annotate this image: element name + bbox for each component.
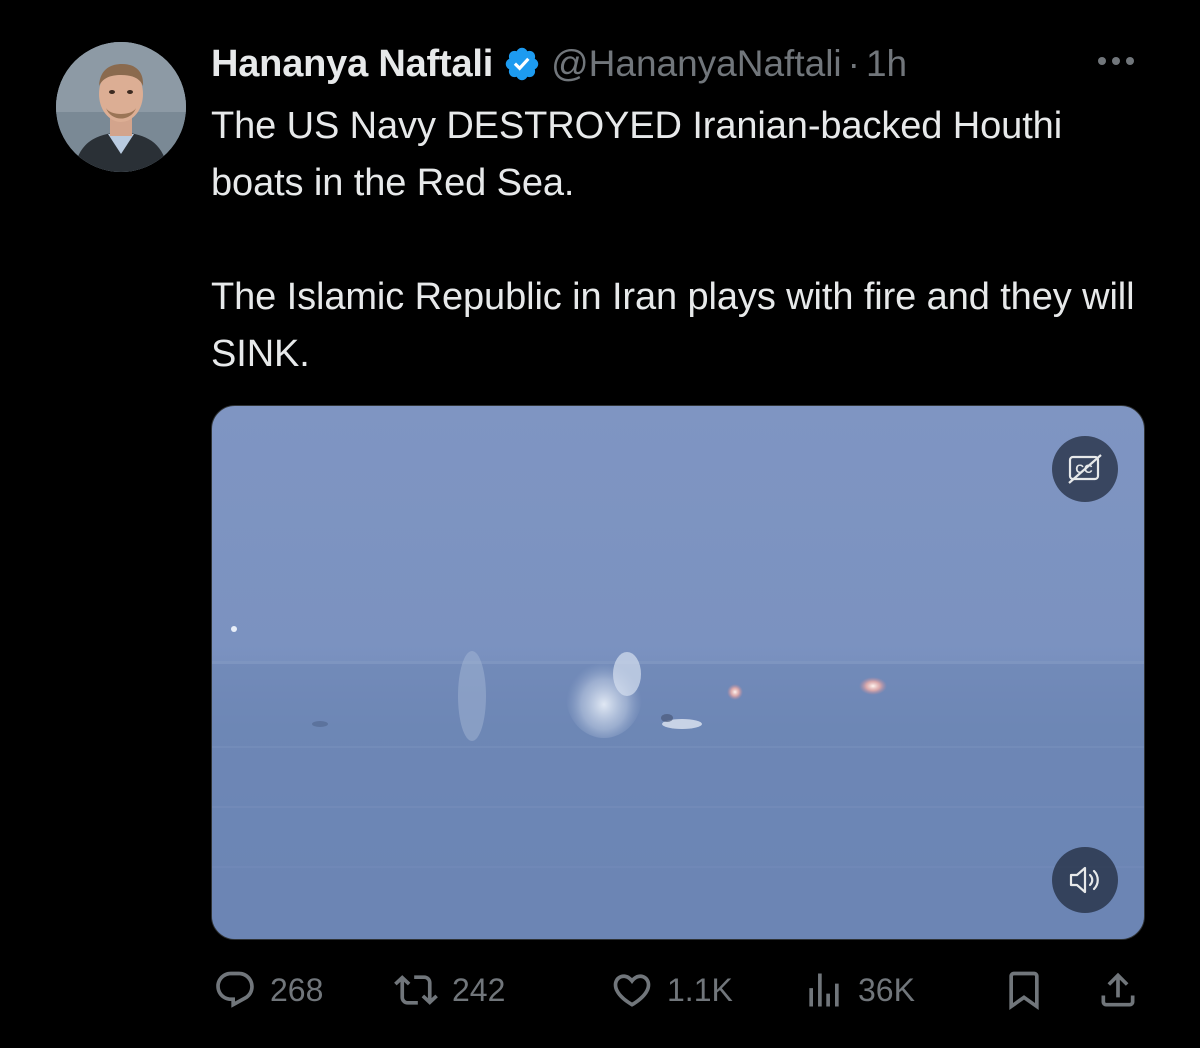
views-count: 36K <box>858 971 915 1008</box>
separator-dot: · <box>847 43 860 84</box>
author-name[interactable]: Hananya Naftali <box>211 43 493 86</box>
more-options-icon[interactable] <box>1094 46 1138 76</box>
bookmark-button[interactable] <box>1002 962 1046 1018</box>
like-count: 1.1K <box>667 971 733 1008</box>
repost-count: 242 <box>452 971 506 1008</box>
tweet-timestamp[interactable]: 1h <box>866 43 907 85</box>
video-player[interactable]: CC <box>211 405 1145 940</box>
tweet-paragraph: The US Navy DESTROYED Iranian-backed Hou… <box>211 105 1063 204</box>
bookmark-icon <box>1009 971 1039 1011</box>
volume-icon <box>1069 866 1099 894</box>
share-button[interactable] <box>1096 962 1140 1018</box>
captions-off-icon: CC <box>1068 454 1102 484</box>
share-icon <box>1101 972 1135 1007</box>
captions-off-button[interactable]: CC <box>1052 436 1118 502</box>
reply-button[interactable]: 268 <box>212 962 323 1018</box>
tweet-actions: 268 242 1.1K 36K <box>212 962 1142 1018</box>
repost-icon <box>394 975 438 1005</box>
author-handle[interactable]: @HananyaNaftali <box>551 43 842 85</box>
heart-icon <box>613 974 651 1007</box>
video-frame <box>212 626 1144 939</box>
avatar-photo <box>56 42 186 172</box>
verified-badge-icon <box>503 45 541 83</box>
tweet-paragraph: The Islamic Republic in Iran plays with … <box>211 276 1135 375</box>
tweet-text: The US Navy DESTROYED Iranian-backed Hou… <box>211 98 1151 383</box>
reply-count: 268 <box>270 971 324 1008</box>
reply-icon <box>216 971 254 1008</box>
avatar[interactable] <box>56 42 186 172</box>
tweet-header: Hananya Naftali @HananyaNaftali · 1h <box>211 36 907 92</box>
like-button[interactable]: 1.1K <box>609 962 733 1018</box>
analytics-icon <box>809 973 839 1007</box>
tweet-card: Hananya Naftali @HananyaNaftali · 1h The… <box>0 0 1200 1048</box>
views-button[interactable]: 36K <box>802 962 915 1018</box>
repost-button[interactable]: 242 <box>392 962 505 1018</box>
mute-toggle-button[interactable] <box>1052 847 1118 913</box>
